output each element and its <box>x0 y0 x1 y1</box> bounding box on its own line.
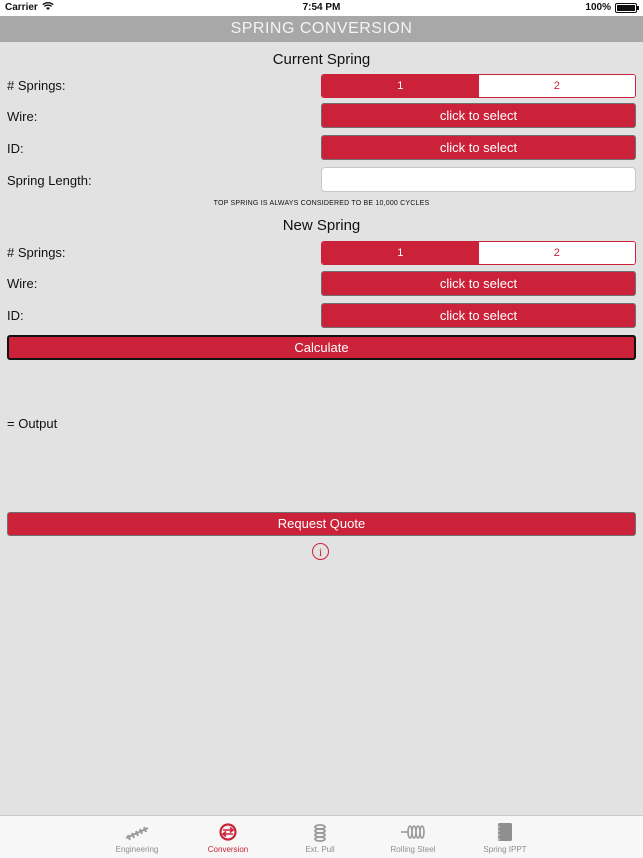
coil-icon <box>368 822 458 842</box>
notebook-icon <box>460 822 550 842</box>
new-id-select-button[interactable]: click to select <box>321 303 636 328</box>
spring-length-input[interactable] <box>321 167 636 192</box>
request-quote-button[interactable]: Request Quote <box>7 512 636 536</box>
new-wire-select-button[interactable]: click to select <box>321 271 636 296</box>
tab-ext-pull[interactable]: Ext. Pull <box>275 816 365 854</box>
current-springs-segmented-control[interactable]: 1 2 <box>321 74 636 98</box>
calculate-button[interactable]: Calculate <box>7 335 636 360</box>
new-springs-option-2[interactable]: 2 <box>478 242 635 264</box>
current-springs-label: # Springs: <box>7 78 66 93</box>
tab-bar: Engineering Conversion Ext. Pull Rolling… <box>0 815 643 858</box>
output-label: = Output <box>7 416 58 431</box>
current-id-label: ID: <box>7 141 24 156</box>
current-spring-heading: Current Spring <box>272 51 371 68</box>
battery-icon <box>615 3 639 13</box>
new-spring-heading: New Spring <box>282 217 361 234</box>
new-springs-segmented-control[interactable]: 1 2 <box>321 241 636 265</box>
spring-icon <box>92 822 182 842</box>
spring-length-label: Spring Length: <box>7 173 92 188</box>
extension-spring-icon <box>275 822 365 842</box>
battery-percent: 100% <box>585 2 611 13</box>
tab-conversion-label: Conversion <box>207 845 249 854</box>
tab-conversion[interactable]: Conversion <box>183 816 273 854</box>
current-wire-select-button[interactable]: click to select <box>321 103 636 128</box>
current-wire-label: Wire: <box>7 109 38 124</box>
cycles-note: TOP SPRING IS ALWAYS CONSIDERED TO BE 10… <box>213 200 430 207</box>
tab-spring-ippt[interactable]: Spring IPPT <box>460 816 550 854</box>
new-id-label: ID: <box>7 308 24 323</box>
conversion-icon <box>183 822 273 842</box>
new-wire-label: Wire: <box>7 276 38 291</box>
clock: 7:54 PM <box>302 2 341 13</box>
new-springs-label: # Springs: <box>7 245 66 260</box>
tab-rolling-steel[interactable]: Rolling Steel <box>368 816 458 854</box>
status-bar: Carrier 7:54 PM 100% <box>0 0 643 16</box>
current-springs-option-1[interactable]: 1 <box>322 75 479 97</box>
tab-engineering[interactable]: Engineering <box>92 816 182 854</box>
current-springs-option-2[interactable]: 2 <box>478 75 635 97</box>
page-title: SPRING CONVERSION <box>0 16 643 42</box>
info-icon[interactable]: i <box>312 543 329 560</box>
new-springs-option-1[interactable]: 1 <box>322 242 479 264</box>
tab-ext-pull-label: Ext. Pull <box>305 845 335 854</box>
tab-rolling-steel-label: Rolling Steel <box>390 845 436 854</box>
tab-spring-ippt-label: Spring IPPT <box>483 845 527 854</box>
current-id-select-button[interactable]: click to select <box>321 135 636 160</box>
tab-engineering-label: Engineering <box>115 845 159 854</box>
